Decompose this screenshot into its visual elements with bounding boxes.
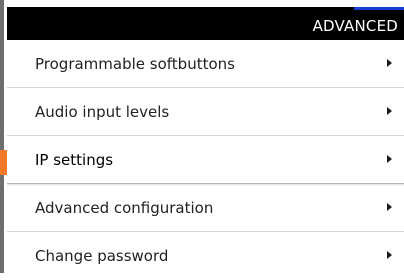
selection-indicator bbox=[0, 150, 7, 175]
menu-list: Programmable softbuttons Audio input lev… bbox=[0, 40, 404, 273]
menu-item-programmable-softbuttons[interactable]: Programmable softbuttons bbox=[7, 40, 404, 88]
menu-item-label: Audio input levels bbox=[35, 103, 170, 121]
menu-item-label: IP settings bbox=[35, 151, 114, 169]
menu-item-label: Advanced configuration bbox=[35, 199, 214, 217]
chevron-right-icon bbox=[387, 59, 392, 67]
chevron-right-icon bbox=[387, 155, 392, 163]
chevron-right-icon bbox=[387, 107, 392, 115]
menu-item-ip-settings[interactable]: IP settings bbox=[0, 136, 404, 186]
menu-item-label: Programmable softbuttons bbox=[35, 55, 235, 73]
page-title: ADVANCED bbox=[312, 17, 398, 35]
menu-item-advanced-configuration[interactable]: Advanced configuration bbox=[7, 184, 404, 232]
device-screen: ADVANCED Programmable softbuttons Audio … bbox=[0, 0, 404, 273]
header-bar: ADVANCED bbox=[7, 7, 404, 40]
menu-item-audio-input-levels[interactable]: Audio input levels bbox=[7, 88, 404, 136]
chevron-right-icon bbox=[387, 203, 392, 211]
screen-bezel bbox=[0, 0, 4, 273]
chevron-right-icon bbox=[387, 251, 392, 259]
